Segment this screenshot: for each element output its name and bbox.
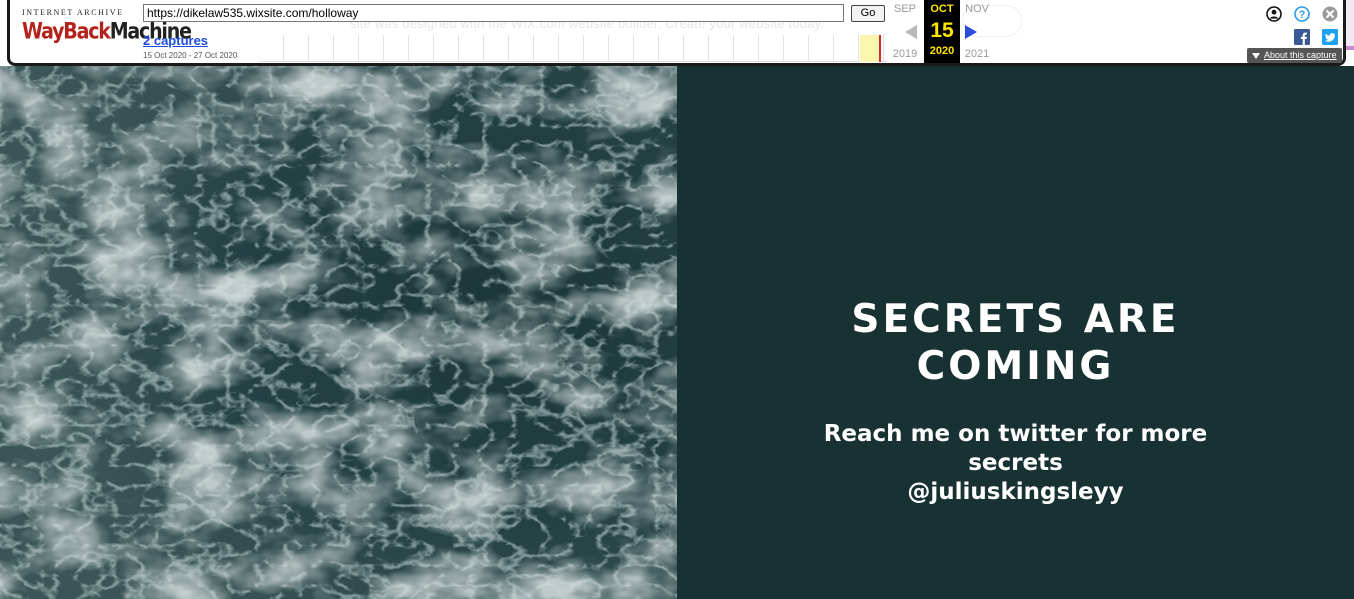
next-month-label: NOV	[965, 3, 989, 15]
next-year-link[interactable]: 2021	[960, 48, 994, 60]
ocean-waves-illustration	[0, 66, 677, 599]
current-month-highlight	[860, 35, 879, 62]
capture-marker	[879, 35, 881, 62]
go-button[interactable]: Go	[851, 5, 885, 22]
logo-internet-archive: INTERNET ARCHIVE	[22, 8, 124, 17]
ocean-waves-image	[0, 66, 677, 599]
triangle-down-icon	[1252, 52, 1260, 59]
close-icon[interactable]	[1322, 6, 1338, 22]
about-capture-button[interactable]: About this capture	[1247, 48, 1342, 63]
prev-month-label: SEP	[893, 3, 916, 15]
current-capture-date: OCT 15 2020	[924, 0, 960, 63]
capture-date-range: 15 Oct 2020 - 27 Oct 2020	[143, 51, 238, 60]
captures-link[interactable]: 2 captures	[143, 33, 208, 48]
hero-subtext: Reach me on twitter for more secrets @ju…	[797, 420, 1234, 507]
twitter-icon[interactable]	[1322, 29, 1338, 45]
wayback-toolbar: site was designed with the WIX.com websi…	[7, 0, 1346, 66]
current-day: 15	[930, 19, 954, 42]
twitter-handle: @juliuskingsleyy	[907, 479, 1124, 505]
prev-year-link[interactable]: 2019	[888, 48, 922, 60]
user-icon[interactable]	[1266, 6, 1282, 22]
svg-text:?: ?	[1299, 9, 1306, 21]
current-month: OCT	[930, 3, 954, 15]
arrow-left-icon	[905, 25, 917, 39]
facebook-icon[interactable]	[1294, 29, 1310, 45]
logo-wayback-word: WayBack	[22, 19, 111, 45]
capture-sparkline[interactable]	[259, 35, 887, 62]
current-year: 2020	[929, 45, 955, 57]
hero-heading: SECRETS ARE COMING	[677, 296, 1354, 390]
help-icon[interactable]: ?	[1294, 6, 1310, 22]
hero-heading-line: SECRETS ARE	[851, 297, 1180, 342]
arrow-right-icon[interactable]	[965, 25, 977, 39]
hero-subtext-line: secrets	[968, 450, 1063, 476]
logo-wayback-machine: WayBackMachine	[22, 19, 192, 45]
hero-subtext-line: Reach me on twitter for more	[823, 421, 1208, 447]
page: SECRETS ARE COMING Reach me on twitter f…	[0, 0, 1354, 599]
wayback-logo[interactable]: INTERNET ARCHIVE WayBackMachine	[22, 8, 192, 48]
about-capture-label: About this capture	[1264, 50, 1337, 60]
hero-text-panel: SECRETS ARE COMING Reach me on twitter f…	[677, 66, 1354, 599]
hero-heading-line: COMING	[916, 344, 1115, 389]
url-input[interactable]: https://dikelaw535.wixsite.com/holloway	[143, 4, 844, 22]
